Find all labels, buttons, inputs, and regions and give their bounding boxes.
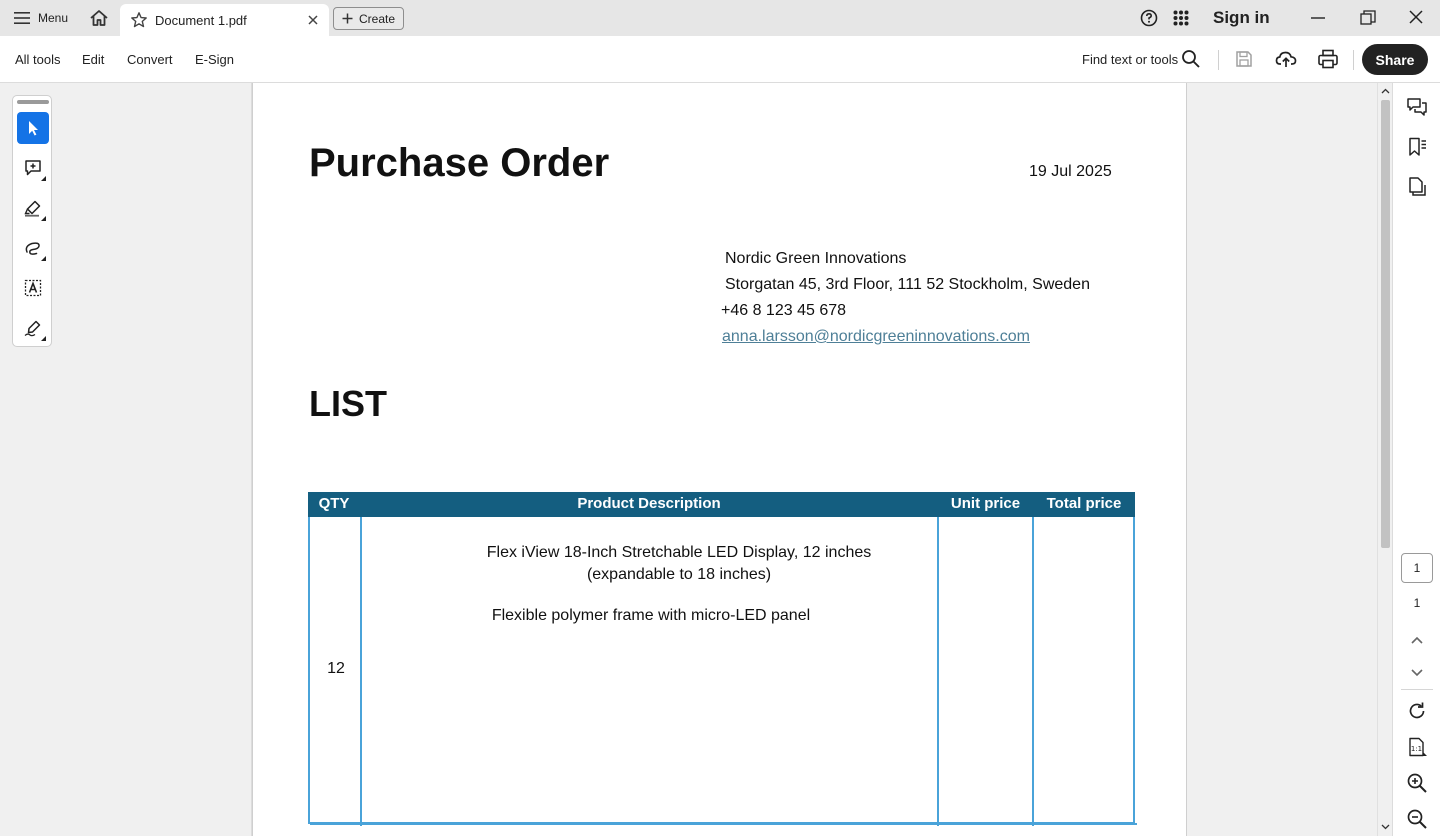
print-icon[interactable] bbox=[1317, 48, 1339, 70]
menu-button[interactable]: Menu bbox=[8, 6, 74, 30]
submenu-indicator bbox=[41, 176, 46, 181]
share-button[interactable]: Share bbox=[1362, 44, 1428, 75]
toolbar-divider bbox=[1353, 50, 1354, 70]
menu-label: Menu bbox=[38, 11, 69, 25]
column-divider bbox=[1032, 517, 1034, 826]
scroll-thumb[interactable] bbox=[1381, 100, 1390, 548]
cursor-arrow-icon bbox=[29, 121, 38, 136]
vertical-scrollbar[interactable] bbox=[1377, 83, 1392, 836]
header-qty: QTY bbox=[318, 495, 350, 512]
highlighter-icon bbox=[24, 200, 41, 217]
tab-document[interactable]: Document 1.pdf bbox=[120, 4, 329, 36]
submenu-indicator bbox=[41, 336, 46, 341]
header-unit-price: Unit price bbox=[950, 495, 1021, 512]
toolbar-divider bbox=[1218, 50, 1219, 70]
comments-panel-icon[interactable] bbox=[1406, 96, 1428, 118]
cell-description-line2: (expandable to 18 inches) bbox=[586, 566, 772, 583]
table-header-row: QTY Product Description Unit price Total… bbox=[308, 492, 1135, 517]
pane-divider bbox=[1401, 689, 1433, 690]
draw-tool[interactable] bbox=[17, 232, 49, 264]
comment-plus-icon bbox=[25, 160, 41, 176]
create-button[interactable]: Create bbox=[333, 7, 404, 30]
close-window-icon[interactable] bbox=[1405, 6, 1427, 28]
company-name: Nordic Green Innovations bbox=[725, 250, 907, 267]
tab-title: Document 1.pdf bbox=[155, 12, 247, 28]
nav-all-tools[interactable]: All tools bbox=[15, 52, 61, 67]
add-comment-tool[interactable] bbox=[17, 152, 49, 184]
next-page-icon[interactable] bbox=[1406, 662, 1428, 684]
drag-handle[interactable] bbox=[17, 100, 49, 104]
header-product-description: Product Description bbox=[577, 495, 721, 512]
sign-in-link[interactable]: Sign in bbox=[1213, 8, 1270, 28]
freehand-draw-icon bbox=[25, 242, 40, 255]
main-toolbar: All tools Edit Convert E-Sign Find text … bbox=[0, 36, 1440, 83]
right-pane: 1 1 1:1 bbox=[1392, 83, 1440, 836]
highlight-tool[interactable] bbox=[17, 192, 49, 224]
cloud-upload-icon[interactable] bbox=[1275, 48, 1297, 70]
scroll-up-arrow-icon[interactable] bbox=[1380, 86, 1391, 96]
company-email-link[interactable]: anna.larsson@nordicgreeninnovations.com bbox=[722, 328, 1030, 346]
bookmarks-panel-icon[interactable] bbox=[1406, 136, 1428, 158]
total-pages: 1 bbox=[1413, 596, 1421, 610]
pdf-page: Purchase Order 19 Jul 2025 Nordic Green … bbox=[252, 83, 1187, 836]
quick-tools-bar bbox=[12, 95, 52, 347]
find-text-or-tools[interactable]: Find text or tools bbox=[1082, 52, 1178, 67]
text-select-icon bbox=[24, 279, 42, 297]
company-address: Storgatan 45, 3rd Floor, 111 52 Stockhol… bbox=[725, 276, 1090, 293]
scroll-down-arrow-icon[interactable] bbox=[1380, 822, 1391, 832]
table-row: 12 Flex iView 18-Inch Stretchable LED Di… bbox=[308, 517, 1137, 826]
zoom-out-icon[interactable] bbox=[1406, 808, 1428, 830]
document-viewer[interactable]: Purchase Order 19 Jul 2025 Nordic Green … bbox=[252, 83, 1377, 836]
nav-e-sign[interactable]: E-Sign bbox=[195, 52, 234, 67]
home-button[interactable] bbox=[86, 6, 112, 30]
save-icon[interactable] bbox=[1234, 49, 1254, 69]
document-title: Purchase Order bbox=[309, 141, 610, 185]
select-tool[interactable] bbox=[17, 112, 49, 144]
sign-tool[interactable] bbox=[17, 312, 49, 344]
help-icon[interactable] bbox=[1140, 9, 1158, 27]
nav-convert[interactable]: Convert bbox=[127, 52, 173, 67]
minimize-icon[interactable] bbox=[1308, 8, 1328, 28]
text-box-tool[interactable] bbox=[17, 272, 49, 304]
cell-description-line1: Flex iView 18-Inch Stretchable LED Displ… bbox=[486, 544, 872, 561]
search-icon[interactable] bbox=[1181, 49, 1201, 69]
submenu-indicator bbox=[41, 256, 46, 261]
rotate-icon[interactable] bbox=[1406, 700, 1428, 722]
submenu-indicator bbox=[41, 216, 46, 221]
close-tab-icon[interactable] bbox=[305, 12, 321, 28]
hamburger-icon bbox=[14, 12, 30, 24]
cell-description-line3: Flexible polymer frame with micro-LED pa… bbox=[491, 607, 811, 624]
document-date: 19 Jul 2025 bbox=[1029, 163, 1112, 180]
current-page-input[interactable]: 1 bbox=[1401, 553, 1433, 583]
apps-grid-icon[interactable] bbox=[1173, 10, 1189, 26]
restore-icon[interactable] bbox=[1358, 8, 1378, 28]
fit-page-icon[interactable]: 1:1 bbox=[1406, 736, 1428, 758]
company-phone: +46 8 123 45 678 bbox=[721, 302, 847, 319]
create-label: Create bbox=[358, 11, 396, 26]
star-icon[interactable] bbox=[130, 11, 148, 29]
nav-edit[interactable]: Edit bbox=[82, 52, 104, 67]
zoom-in-icon[interactable] bbox=[1406, 772, 1428, 794]
plus-icon bbox=[342, 13, 353, 24]
title-bar: Menu Document 1.pdf Create Sign in bbox=[0, 0, 1440, 36]
cell-qty: 12 bbox=[327, 660, 345, 677]
header-total-price: Total price bbox=[1046, 495, 1122, 512]
previous-page-icon[interactable] bbox=[1406, 629, 1428, 651]
list-heading: LIST bbox=[309, 383, 387, 424]
row-divider bbox=[310, 823, 1137, 825]
pen-sign-icon bbox=[24, 320, 41, 337]
pages-panel-icon[interactable] bbox=[1406, 175, 1428, 197]
column-divider bbox=[937, 517, 939, 826]
svg-text:1:1: 1:1 bbox=[1411, 745, 1422, 753]
home-icon bbox=[90, 10, 108, 26]
